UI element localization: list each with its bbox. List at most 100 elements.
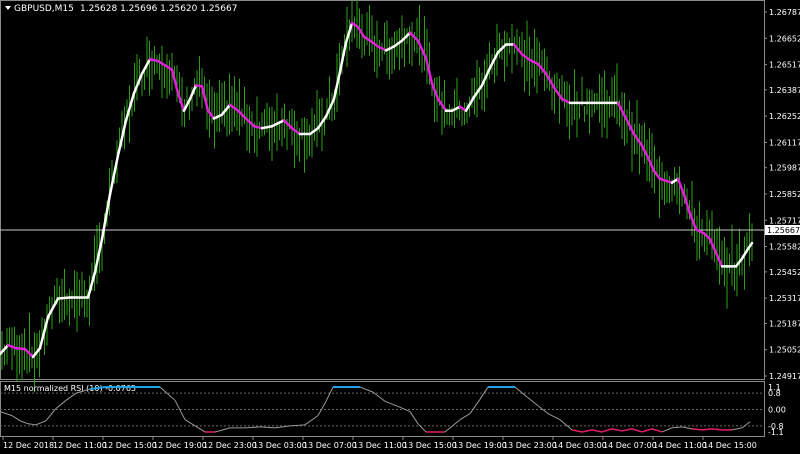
rsi-segment xyxy=(214,427,231,433)
ohlc-values: 1.25628 1.25696 1.25620 1.25667 xyxy=(80,4,237,14)
rsi-segment xyxy=(174,400,186,420)
price-label: 1.25987 xyxy=(769,164,800,173)
rsi-segment xyxy=(661,427,673,433)
trading-chart[interactable]: GBPUSD,M15 1.25628 1.25696 1.25620 1.256… xyxy=(0,0,800,454)
ma-segment xyxy=(220,103,232,116)
time-label: 14 Dec 15:00 xyxy=(703,441,757,450)
rsi-segment xyxy=(469,399,481,414)
ma-segment xyxy=(552,86,564,101)
rsi-segment xyxy=(651,428,663,433)
rsi-segment xyxy=(317,401,327,416)
indicator-axis: 1.10.80.00-0.8-1.1 xyxy=(768,383,786,437)
ma-segment xyxy=(472,84,484,99)
time-label: 12 Dec 11:00 xyxy=(53,441,107,450)
ma-segment xyxy=(282,119,294,130)
ma-segment xyxy=(646,156,656,173)
indicator-levels xyxy=(0,392,764,427)
current-price-label: 1.25667 xyxy=(767,226,800,235)
rsi-segment xyxy=(611,428,623,432)
current-price-tag: 1.25667 xyxy=(765,225,800,236)
ma-segment xyxy=(632,132,644,147)
rsi-segment xyxy=(591,429,603,433)
indicator-label: -1.1 xyxy=(768,428,784,437)
ma-segment xyxy=(212,113,224,120)
rsi-segment xyxy=(459,413,471,421)
ma-segment xyxy=(290,126,302,136)
price-label: 1.26117 xyxy=(769,138,800,147)
ma-segment xyxy=(746,241,754,251)
rsi-segment xyxy=(397,405,411,413)
time-label: 14 Dec 07:00 xyxy=(603,441,657,450)
time-label: 12 Dec 23:00 xyxy=(203,441,257,450)
rsi-segment xyxy=(372,391,386,402)
rsi-segment xyxy=(11,415,21,422)
rsi-segment xyxy=(35,420,47,426)
rsi-segment xyxy=(581,429,593,433)
rsi-segment xyxy=(194,425,206,433)
rsi-segment xyxy=(55,399,67,409)
rsi-segment xyxy=(534,402,549,414)
price-label: 1.25317 xyxy=(769,294,800,303)
ma-segment xyxy=(560,97,572,105)
indicator-label: 0.00 xyxy=(768,406,786,415)
ma-segment xyxy=(140,57,152,75)
symbol-timeframe: GBPUSD,M15 xyxy=(14,4,74,14)
price-label: 1.24917 xyxy=(769,372,800,381)
time-label: 13 Dec 03:00 xyxy=(253,441,307,450)
rsi-segment xyxy=(359,386,374,393)
ma-segment xyxy=(56,296,72,300)
price-bars xyxy=(1,0,753,393)
time-label: 13 Dec 19:00 xyxy=(453,441,507,450)
indicator-label: 0.8 xyxy=(768,389,781,398)
rsi-segment xyxy=(244,426,261,429)
ma-segment xyxy=(520,52,532,62)
ma-segment xyxy=(708,237,718,255)
time-label: 12 Dec 15:00 xyxy=(103,441,157,450)
rsi-segment xyxy=(289,424,306,427)
price-label: 1.26252 xyxy=(769,112,800,121)
ma-segment xyxy=(132,72,144,95)
ma-segment xyxy=(512,43,524,56)
rsi-segment xyxy=(621,428,633,432)
price-label: 1.25452 xyxy=(769,268,800,277)
price-label: 1.25052 xyxy=(769,346,800,355)
ma-segment xyxy=(14,346,27,351)
rsi-segment xyxy=(514,386,526,396)
rsi-segment xyxy=(571,429,583,433)
price-label: 1.26387 xyxy=(769,86,800,95)
time-label: 13 Dec 23:00 xyxy=(503,441,557,450)
ma-segment xyxy=(400,31,412,42)
time-label: 14 Dec 03:00 xyxy=(553,441,607,450)
rsi-segment xyxy=(65,392,77,401)
ma-segment xyxy=(93,237,104,274)
rsi-segment xyxy=(731,427,743,431)
triangle-down-icon[interactable] xyxy=(5,6,11,10)
rsi-segment xyxy=(681,426,693,430)
ma-segment xyxy=(100,193,112,241)
rsi-segment xyxy=(641,428,653,433)
rsi-segment xyxy=(304,415,319,426)
rsi-segment xyxy=(741,421,751,429)
rsi-segment xyxy=(45,408,57,422)
ma-segment xyxy=(188,84,198,101)
time-label: 13 Dec 11:00 xyxy=(353,441,407,450)
rsi-segment xyxy=(711,428,723,431)
rsi-segment xyxy=(325,386,334,402)
time-label: 12 Dec 2018 xyxy=(3,441,54,450)
rsi-segment xyxy=(409,411,419,425)
time-label: 14 Dec 11:00 xyxy=(653,441,707,450)
rsi-segment xyxy=(27,423,37,426)
time-axis: 12 Dec 201812 Dec 11:0012 Dec 15:00 12 De… xyxy=(2,436,757,450)
chart-header: GBPUSD,M15 1.25628 1.25696 1.25620 1.256… xyxy=(5,4,237,14)
ma-segment xyxy=(450,105,462,112)
ma-segment xyxy=(356,25,366,38)
price-label: 1.25717 xyxy=(769,216,800,225)
rsi-segment xyxy=(631,428,643,433)
rsi-segment xyxy=(159,386,176,401)
rsi-segment xyxy=(601,428,613,433)
price-label: 1.25582 xyxy=(769,243,800,252)
rsi-segment xyxy=(0,411,13,417)
moving-average-line xyxy=(0,21,754,359)
price-label: 1.26787 xyxy=(769,8,800,17)
rsi-segment xyxy=(547,413,561,421)
